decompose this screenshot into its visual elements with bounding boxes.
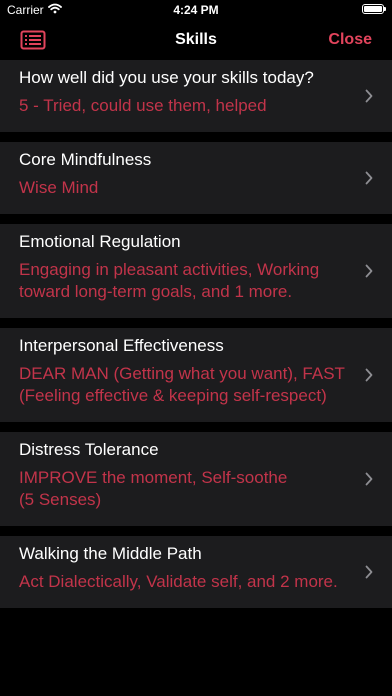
navigation-bar: Skills Close xyxy=(0,22,392,60)
chevron-right-icon xyxy=(365,565,373,584)
list-item-title: Interpersonal Effectiveness xyxy=(19,336,224,355)
list-item-title: Distress Tolerance xyxy=(19,440,159,459)
list-item-title: Core Mindfulness xyxy=(19,150,152,169)
list-item-emotional-regulation[interactable]: Emotional Regulation Engaging in pleasan… xyxy=(0,224,392,318)
chevron-right-icon xyxy=(365,472,373,491)
list-item-title: How well did you use your skills today? xyxy=(19,68,314,87)
list-item-value: IMPROVE the moment, Self-soothe (5 Sense… xyxy=(19,468,288,509)
list-item-value: Act Dialectically, Validate self, and 2 … xyxy=(19,572,338,591)
chevron-right-icon xyxy=(365,171,373,190)
list-item-value: Wise Mind xyxy=(19,178,99,197)
chevron-right-icon xyxy=(365,264,373,283)
list-item-title: Emotional Regulation xyxy=(19,232,181,251)
chevron-right-icon xyxy=(365,89,373,108)
status-bar: Carrier 4:24 PM xyxy=(0,0,392,22)
close-button[interactable]: Close xyxy=(328,31,372,49)
list-item-title: Walking the Middle Path xyxy=(19,544,202,563)
list-item-skills-usage[interactable]: How well did you use your skills today? … xyxy=(0,60,392,132)
list-item-value: Engaging in pleasant activities, Working… xyxy=(19,260,320,301)
status-time: 4:24 PM xyxy=(173,3,219,17)
list-item-walking-the-middle-path[interactable]: Walking the Middle Path Act Dialecticall… xyxy=(0,536,392,608)
list-item-core-mindfulness[interactable]: Core Mindfulness Wise Mind xyxy=(0,142,392,214)
list-item-value: 5 - Tried, could use them, helped xyxy=(19,96,267,115)
list-item-interpersonal-effectiveness[interactable]: Interpersonal Effectiveness DEAR MAN (Ge… xyxy=(0,328,392,422)
list-item-distress-tolerance[interactable]: Distress Tolerance IMPROVE the moment, S… xyxy=(0,432,392,526)
list-item-value: DEAR MAN (Getting what you want), FAST (… xyxy=(19,364,345,405)
skills-list: How well did you use your skills today? … xyxy=(0,60,392,608)
chevron-right-icon xyxy=(365,368,373,387)
battery-icon xyxy=(362,4,386,14)
